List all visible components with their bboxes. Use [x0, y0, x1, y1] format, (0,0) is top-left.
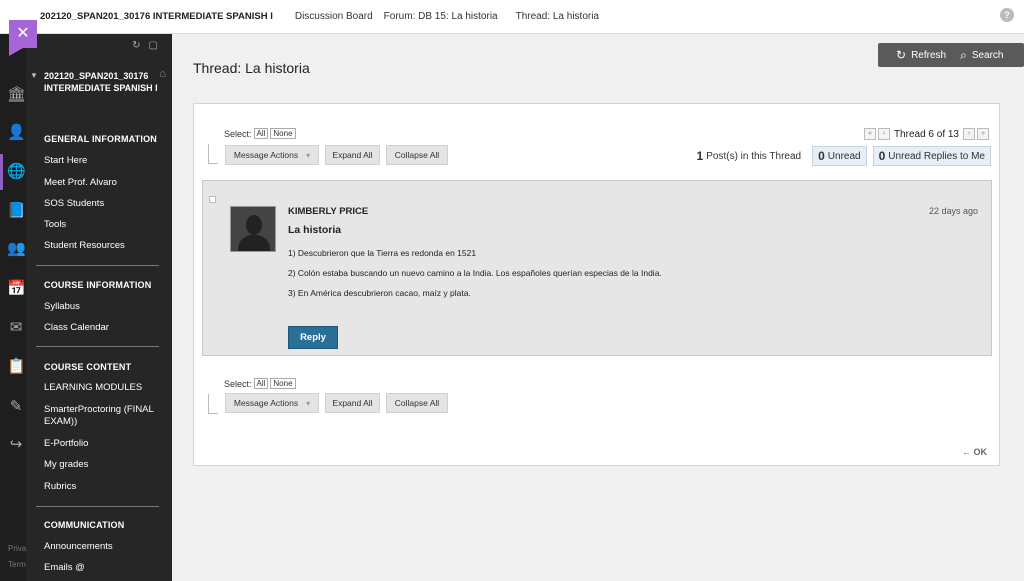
help-icon[interactable]: ? [1000, 8, 1014, 22]
menu-item-my-grades[interactable]: My grades [44, 459, 164, 471]
folder-view-icon[interactable]: ▢ [149, 40, 166, 51]
menu-item-syllabus[interactable]: Syllabus [44, 301, 164, 313]
message-actions-label: Message Actions [233, 150, 299, 160]
unread-replies-count[interactable]: 0 Unread Replies to Me [872, 146, 991, 166]
breadcrumb-discussion-board[interactable]: Discussion Board [295, 11, 373, 22]
thread-pager: « ‹ Thread 6 of 13 › » [863, 128, 991, 140]
section-general-information: GENERAL INFORMATION [44, 134, 157, 144]
breadcrumb-course[interactable]: 202120_SPAN201_30176 INTERMEDIATE SPANIS… [40, 11, 273, 22]
messages-icon[interactable]: ✉ [7, 319, 25, 337]
breadcrumb-bar: 202120_SPAN201_30176 INTERMEDIATE SPANIS… [0, 0, 1024, 34]
calendar-icon[interactable]: 📅 [7, 280, 26, 298]
active-indicator [0, 154, 3, 190]
collapse-caret-icon[interactable]: ▼ [30, 71, 38, 80]
courses-icon[interactable]: 📘 [7, 202, 26, 220]
message-actions-label: Message Actions [233, 398, 299, 408]
menu-course-title[interactable]: 202120_SPAN201_30176 INTERMEDIATE SPANIS… [44, 70, 160, 94]
thread-counts: 1 Post(s) in this Thread 0 Unread 0 Unread … [692, 146, 991, 166]
globe-icon[interactable]: 🌐 [7, 163, 26, 181]
course-menu: ↻▢ ▼ 202120_SPAN201_30176 INTERMEDIATE S… [26, 34, 172, 581]
post-timestamp: 22 days ago [928, 206, 978, 216]
menu-item-class-calendar[interactable]: Class Calendar [44, 322, 164, 334]
menu-divider [36, 506, 159, 507]
menu-tools: ↻▢ [132, 40, 166, 51]
menu-item-emails[interactable]: Emails @ [44, 562, 164, 574]
menu-item-smarterproctoring[interactable]: SmarterProctoring (FINAL EXAM)) [44, 404, 164, 428]
main-content: Thread: La historia ↻ Refresh ⌕ Search Sel… [172, 34, 1024, 466]
menu-item-start-here[interactable]: Start Here [44, 155, 164, 167]
menu-item-learning-modules[interactable]: LEARNING MODULES [44, 382, 164, 394]
reply-button[interactable]: Reply [288, 326, 338, 349]
select-label: Select: [224, 378, 252, 389]
select-row-bottom: Select: All None [224, 378, 296, 389]
menu-divider [36, 265, 159, 266]
select-row-top: Select: All None [224, 128, 296, 139]
menu-item-rubrics[interactable]: Rubrics [44, 481, 164, 493]
groups-icon[interactable]: 👥 [7, 240, 26, 258]
terms-link[interactable]: Term [8, 560, 26, 569]
tree-connector [208, 394, 218, 414]
unread-count[interactable]: 0 Unread [812, 146, 867, 166]
close-menu-icon[interactable]: ✕ [9, 20, 37, 56]
next-thread-icon[interactable]: › [963, 128, 975, 140]
institution-icon[interactable]: 🏛 [7, 86, 26, 104]
refresh-icon: ↻ [896, 48, 907, 62]
home-icon[interactable]: ⌂ [159, 68, 166, 80]
refresh-menu-icon[interactable]: ↻ [132, 40, 148, 51]
avatar [230, 206, 276, 252]
user-icon[interactable]: 👤 [7, 124, 26, 142]
thread-panel: Select: All None Message Actions ▾ Expand… [193, 103, 1000, 466]
post-card: KIMBERLY PRICE 22 days ago La historia 1… [202, 180, 992, 356]
page-title: Thread: La historia [193, 60, 310, 76]
search-icon: ⌕ [960, 47, 967, 62]
menu-item-e-portfolio[interactable]: E-Portfolio [44, 438, 164, 450]
select-all-link[interactable]: All [253, 378, 269, 389]
tools-icon[interactable]: ✎ [7, 398, 25, 416]
tree-connector [208, 144, 218, 164]
chevron-down-icon: ▾ [306, 150, 311, 160]
menu-item-meet-prof[interactable]: Meet Prof. Alvaro [44, 177, 164, 189]
select-none-link[interactable]: None [270, 378, 296, 389]
breadcrumb-thread: Thread: La historia [515, 11, 599, 22]
post-line: 1) Descubrieron que la Tierra es redonda… [288, 248, 477, 258]
refresh-button[interactable]: ↻ Refresh [896, 48, 946, 62]
privacy-link[interactable]: Priva [8, 544, 26, 553]
menu-item-sos-students[interactable]: SOS Students [44, 198, 164, 210]
expand-all-button[interactable]: Expand All [325, 145, 380, 165]
select-label: Select: [224, 128, 252, 139]
thread-toolbar: ↻ Refresh ⌕ Search [878, 43, 1024, 67]
collapse-all-button[interactable]: Collapse All [386, 145, 448, 165]
section-course-content: COURSE CONTENT [44, 362, 132, 372]
collapse-all-button[interactable]: Collapse All [386, 393, 448, 413]
post-subject: La historia [288, 224, 342, 236]
expand-all-button[interactable]: Expand All [325, 393, 380, 413]
first-thread-icon[interactable]: « [863, 128, 876, 140]
post-line: 2) Colón estaba buscando un nuevo camino… [288, 268, 662, 278]
grades-icon[interactable]: 📋 [7, 358, 26, 376]
post-count: 1 Post(s) in this Thread [696, 149, 802, 163]
last-thread-icon[interactable]: » [977, 128, 989, 140]
post-author: KIMBERLY PRICE [288, 206, 369, 217]
section-course-information: COURSE INFORMATION [44, 280, 152, 290]
chevron-down-icon: ▾ [306, 398, 311, 408]
search-button[interactable]: ⌕ Search [960, 48, 1003, 63]
search-label: Search [971, 49, 1004, 61]
prev-thread-icon[interactable]: ‹ [877, 128, 890, 140]
breadcrumb-forum[interactable]: Forum: DB 15: La historia [384, 11, 498, 22]
message-actions-button[interactable]: Message Actions ▾ [225, 393, 319, 413]
menu-divider [36, 346, 159, 347]
select-all-link[interactable]: All [253, 128, 269, 139]
thread-position: Thread 6 of 13 [893, 128, 959, 140]
post-line: 3) En América descubrieron cacao, maíz y… [288, 288, 471, 298]
menu-item-student-resources[interactable]: Student Resources [44, 240, 164, 252]
ok-button[interactable]: ← OK [962, 447, 987, 457]
message-actions-button[interactable]: Message Actions ▾ [225, 145, 319, 165]
menu-item-tools[interactable]: Tools [44, 219, 164, 231]
sign-out-icon[interactable]: ↪ [7, 436, 25, 454]
select-none-link[interactable]: None [270, 128, 296, 139]
section-communication: COMMUNICATION [44, 520, 125, 530]
post-checkbox[interactable] [209, 196, 216, 203]
refresh-label: Refresh [911, 49, 947, 61]
menu-item-announcements[interactable]: Announcements [44, 541, 164, 553]
